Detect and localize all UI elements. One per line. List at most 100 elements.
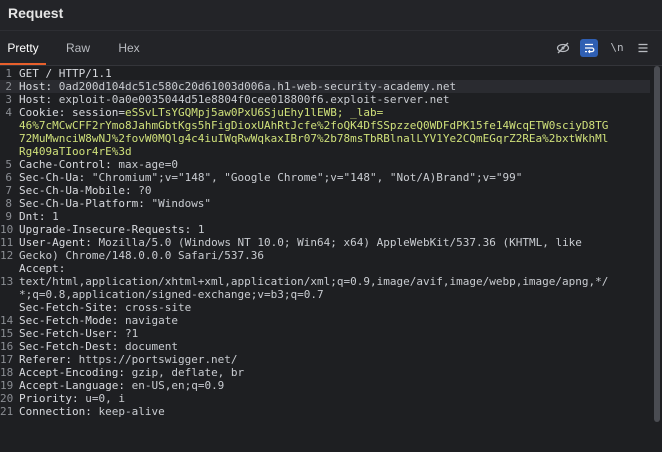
request-line[interactable]: 16 Sec-Fetch-Dest: document — [0, 340, 650, 353]
header-value: max-age=0 — [118, 158, 178, 171]
line-number: 3 — [5, 93, 12, 106]
panel-header: Request — [0, 0, 662, 31]
scrollbar[interactable] — [651, 66, 662, 452]
line-content: Cookie: session=eSSvLTsYGQMpj5aw0PxU6Sju… — [19, 106, 650, 119]
request-editor[interactable]: 1 GET / HTTP/1.1 2 Host: 0ad200d104dc51c580… — [0, 66, 662, 452]
request-line[interactable]: 11 User-Agent: Mozilla/5.0 (Windows NT 10… — [0, 236, 650, 249]
header-value: cross-site — [124, 301, 192, 314]
line-content: Sec-Fetch-User: ?1 — [19, 327, 650, 340]
line-content: GET / HTTP/1.1 — [19, 67, 650, 80]
line-number: 11 — [0, 236, 14, 249]
request-line[interactable]: 10 Upgrade-Insecure-Requests: 1 — [0, 223, 650, 236]
panel-title: Request — [8, 5, 64, 21]
request-line[interactable]: *;q=0.8,application/signed-exchange;v=b3… — [0, 288, 650, 301]
line-content: Accept: — [19, 262, 650, 275]
header-name: Accept-Encoding: — [19, 366, 132, 379]
header-name: Host: — [19, 93, 59, 106]
line-content: Sec-Fetch-Mode: navigate — [19, 314, 650, 327]
line-content: Accept-Language: en-US,en;q=0.9 — [19, 379, 650, 392]
header-value: "Windows" — [151, 197, 212, 210]
tab-raw[interactable]: Raw — [58, 31, 98, 65]
header-name: Sec-Ch-Ua-Platform: — [19, 197, 152, 210]
request-line[interactable]: 14 Sec-Fetch-Mode: navigate — [0, 314, 650, 327]
header-value: 0ad200d104dc51c580c20d61003d006a.h1-web-… — [58, 80, 457, 93]
eye-slash-icon[interactable] — [554, 39, 572, 57]
line-content: Priority: u=0, i — [19, 392, 650, 405]
tab-pretty[interactable]: Pretty — [0, 31, 46, 65]
header-name: Accept: — [19, 262, 66, 275]
request-line[interactable]: 72MuMwnciW8wNJ%2fovW0MQlg4c4iuIWqRwWqkax… — [0, 132, 650, 145]
header-value: "Chromium";v="148", "Google Chrome";v="1… — [91, 171, 523, 184]
line-number: 7 — [5, 184, 12, 197]
line-number: 10 — [0, 223, 14, 236]
wrap-lines-icon[interactable] — [580, 39, 598, 57]
line-content: User-Agent: Mozilla/5.0 (Windows NT 10.0… — [19, 236, 650, 249]
line-content: *;q=0.8,application/signed-exchange;v=b3… — [19, 288, 650, 301]
header-value: en-US,en;q=0.9 — [131, 379, 225, 392]
line-content: Accept-Encoding: gzip, deflate, br — [19, 366, 650, 379]
request-line[interactable]: 8 Sec-Ch-Ua-Platform: "Windows" — [0, 197, 650, 210]
request-line[interactable]: 17 Referer: https://portswigger.net/ — [0, 353, 650, 366]
header-name: Sec-Fetch-User: — [19, 327, 125, 340]
line-content: Sec-Fetch-Dest: document — [19, 340, 650, 353]
header-value: u=0, i — [85, 392, 125, 405]
request-line[interactable]: 1 GET / HTTP/1.1 — [0, 67, 650, 80]
line-content: text/html,application/xhtml+xml,applicat… — [19, 275, 650, 288]
header-name: Sec-Ch-Ua-Mobile: — [19, 184, 139, 197]
line-number: 1 — [5, 67, 12, 80]
line-number: 12 — [0, 249, 14, 262]
request-line[interactable]: 13 text/html,application/xhtml+xml,applic… — [0, 275, 650, 288]
request-line[interactable]: 12 Gecko) Chrome/148.0.0.0 Safari/537.36 — [0, 249, 650, 262]
request-line[interactable]: 19 Accept-Language: en-US,en;q=0.9 — [0, 379, 650, 392]
line-number: 13 — [0, 275, 14, 288]
header-name: Connection: — [19, 405, 99, 418]
request-line[interactable]: 20 Priority: u=0, i — [0, 392, 650, 405]
request-line[interactable]: 7 Sec-Ch-Ua-Mobile: ?0 — [0, 184, 650, 197]
line-content: Sec-Fetch-Site: cross-site — [19, 301, 650, 314]
tab-hex[interactable]: Hex — [111, 31, 147, 65]
line-content: 72MuMwnciW8wNJ%2fovW0MQlg4c4iuIWqRwWqkax… — [19, 132, 650, 145]
header-value: Gecko) Chrome/148.0.0.0 Safari/537.36 — [19, 249, 265, 262]
request-line[interactable]: 4 Cookie: session=eSSvLTsYGQMpj5aw0PxU6Sj… — [0, 106, 650, 119]
header-value: 1 — [52, 210, 59, 223]
line-content: Sec-Ch-Ua: "Chromium";v="148", "Google C… — [19, 171, 650, 184]
header-value: exploit-0a0e0035044d51e8804f0cee018800f6… — [58, 93, 450, 106]
request-line[interactable]: Sec-Fetch-Site: cross-site — [0, 301, 650, 314]
header-value: https://portswigger.net/ — [78, 353, 238, 366]
line-number: 19 — [0, 379, 14, 392]
line-content: Cache-Control: max-age=0 — [19, 158, 650, 171]
view-tabs-bar: Pretty Raw Hex \n — [0, 31, 662, 66]
header-value: ?1 — [124, 327, 139, 340]
header-value: 46%7cMCwCFF2rYmo8JahmGbtKgs5hFigDioxUAhR… — [19, 119, 609, 132]
header-value: document — [124, 340, 178, 353]
scrollbar-thumb[interactable] — [654, 66, 660, 422]
line-content: Sec-Ch-Ua-Mobile: ?0 — [19, 184, 650, 197]
header-value: navigate — [124, 314, 178, 327]
header-value: eSSvLTsYGQMpj5aw0PxU6SjuEhy1lEWB; _lab= — [124, 106, 384, 119]
request-line[interactable]: 21 Connection: keep-alive — [0, 405, 650, 418]
line-content: Sec-Ch-Ua-Platform: "Windows" — [19, 197, 650, 210]
request-line[interactable]: 3 Host: exploit-0a0e0035044d51e8804f0cee0… — [0, 93, 650, 106]
request-line[interactable]: 6 Sec-Ch-Ua: "Chromium";v="148", "Google … — [0, 171, 650, 184]
line-number: 16 — [0, 340, 14, 353]
request-line[interactable]: 18 Accept-Encoding: gzip, deflate, br — [0, 366, 650, 379]
line-number: 20 — [0, 392, 14, 405]
line-content: Host: exploit-0a0e0035044d51e8804f0cee01… — [19, 93, 650, 106]
header-value: ?0 — [138, 184, 152, 197]
request-line[interactable]: 9 Dnt: 1 — [0, 210, 650, 223]
request-line[interactable]: 2 Host: 0ad200d104dc51c580c20d61003d006a.… — [0, 80, 650, 93]
request-lines: 1 GET / HTTP/1.1 2 Host: 0ad200d104dc51c580… — [0, 67, 650, 418]
request-line[interactable]: 46%7cMCwCFF2rYmo8JahmGbtKgs5hFigDioxUAhR… — [0, 119, 650, 132]
menu-icon[interactable] — [634, 39, 652, 57]
request-line[interactable]: Accept: — [0, 262, 650, 275]
newline-toggle[interactable]: \n — [607, 39, 627, 57]
header-name: Cache-Control: — [19, 158, 119, 171]
header-name: Referer: — [19, 353, 79, 366]
line-number: 2 — [5, 80, 12, 93]
line-content: Upgrade-Insecure-Requests: 1 — [19, 223, 650, 236]
header-value: 72MuMwnciW8wNJ%2fovW0MQlg4c4iuIWqRwWqkax… — [19, 132, 609, 145]
header-value: Rg409aTIoor4rE%3d — [19, 145, 132, 158]
request-line[interactable]: 15 Sec-Fetch-User: ?1 — [0, 327, 650, 340]
request-line[interactable]: 5 Cache-Control: max-age=0 — [0, 158, 650, 171]
request-line[interactable]: Rg409aTIoor4rE%3d — [0, 145, 650, 158]
